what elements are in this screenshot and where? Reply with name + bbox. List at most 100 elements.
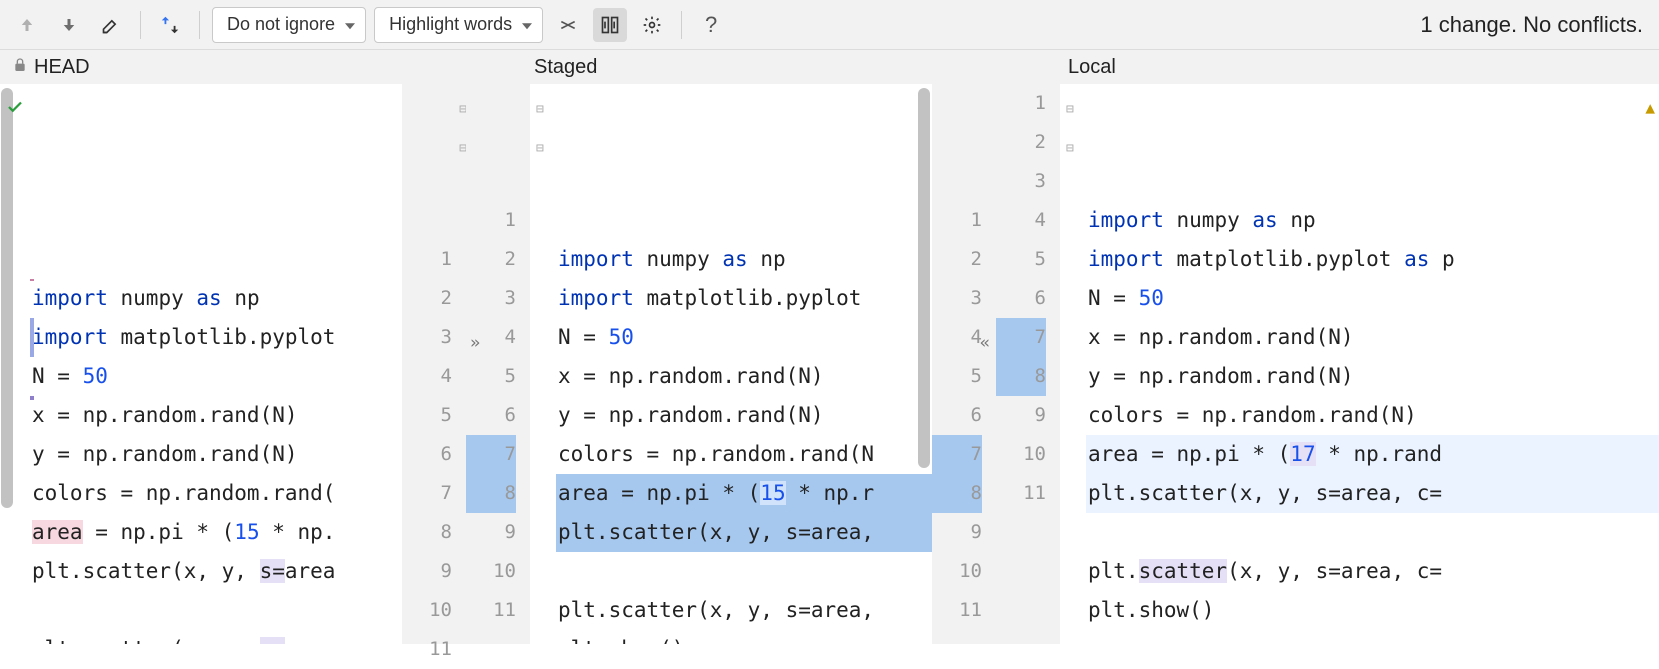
left-code[interactable]: import numpy as npimport matplotlib.pypl…: [30, 84, 402, 644]
code-line[interactable]: area = np.pi * (15 * np.r: [556, 474, 932, 513]
gutter-line[interactable]: 9: [932, 513, 982, 552]
right-code[interactable]: ▲ import numpy as npimport matplotlib.py…: [1086, 84, 1659, 644]
code-line[interactable]: plt.scatter(x, y, s=area: [30, 630, 402, 644]
gutter-line[interactable]: 8: [932, 474, 982, 513]
sync-scroll-icon[interactable]: [593, 8, 627, 42]
next-change-icon[interactable]: [52, 8, 86, 42]
gutter-line[interactable]: 11: [402, 630, 452, 669]
gutter-line[interactable]: 2: [932, 240, 982, 279]
code-line[interactable]: x = np.random.rand(N): [30, 396, 402, 435]
code-line[interactable]: area = np.pi * (17 * np.rand: [1086, 435, 1659, 474]
gutter-line[interactable]: 3: [466, 279, 516, 318]
gutter-line[interactable]: 6: [402, 435, 452, 474]
gutter-left-out[interactable]: ⊟ ⊟ 1234567891011: [402, 84, 466, 644]
code-line[interactable]: plt.scatter(x, y, s=area: [30, 552, 402, 591]
gutter-line[interactable]: 6: [996, 279, 1046, 318]
gutter-line[interactable]: 11: [932, 591, 982, 630]
mid-code[interactable]: ▲ import numpy as npimport matplotlib.py…: [556, 84, 932, 644]
gutter-line[interactable]: 7: [466, 435, 516, 474]
gutter-line[interactable]: 1: [932, 201, 982, 240]
gutter-line[interactable]: 7: [996, 318, 1046, 357]
code-line[interactable]: y = np.random.rand(N): [556, 396, 932, 435]
gear-icon[interactable]: [635, 8, 669, 42]
code-line[interactable]: import matplotlib.pyplot as p: [1086, 240, 1659, 279]
prev-change-icon[interactable]: [10, 8, 44, 42]
left-scrollbar[interactable]: [0, 84, 14, 644]
fold-handle-icon[interactable]: ⊟: [453, 129, 467, 143]
code-line[interactable]: [1086, 513, 1659, 552]
gutter-line[interactable]: 2: [466, 240, 516, 279]
code-line[interactable]: x = np.random.rand(N): [556, 357, 932, 396]
gutter-line[interactable]: 10: [932, 552, 982, 591]
gutter-line[interactable]: 11: [466, 591, 516, 630]
code-line[interactable]: y = np.random.rand(N): [1086, 357, 1659, 396]
code-line[interactable]: colors = np.random.rand(N): [1086, 396, 1659, 435]
code-line[interactable]: import numpy as np: [1086, 201, 1659, 240]
gutter-line[interactable]: 6: [932, 396, 982, 435]
mid-scrollbar[interactable]: [918, 88, 930, 468]
gutter-line[interactable]: 5: [932, 357, 982, 396]
fold-handle-icon[interactable]: ⊟: [1066, 90, 1080, 104]
compare-swap-icon[interactable]: [153, 8, 187, 42]
gutter-line[interactable]: 1: [996, 84, 1046, 123]
gutter-line[interactable]: 5: [996, 240, 1046, 279]
gutter-line[interactable]: 10: [402, 591, 452, 630]
gutter-line[interactable]: 7: [402, 474, 452, 513]
code-line[interactable]: [556, 552, 932, 591]
gutter-line[interactable]: 4: [996, 201, 1046, 240]
fold-handle-icon[interactable]: ⊟: [536, 129, 550, 143]
gutter-line[interactable]: 10: [466, 552, 516, 591]
gutter-line[interactable]: 3: [402, 318, 452, 357]
code-line[interactable]: N = 50: [556, 318, 932, 357]
merge-right-icon[interactable]: »: [470, 324, 480, 363]
code-line[interactable]: import numpy as np: [30, 279, 402, 318]
code-line[interactable]: plt.scatter(x, y, s=area,: [556, 591, 932, 630]
code-line[interactable]: [30, 591, 402, 630]
help-icon[interactable]: ?: [694, 8, 728, 42]
gutter-line[interactable]: 9: [402, 552, 452, 591]
code-line[interactable]: plt.scatter(x, y, s=area,: [556, 513, 932, 552]
code-line[interactable]: plt.show(): [1086, 591, 1659, 630]
code-line[interactable]: plt.scatter(x, y, s=area, c=: [1086, 474, 1659, 513]
gutter-line[interactable]: 1: [466, 201, 516, 240]
code-line[interactable]: plt.scatter(x, y, s=area, c=: [1086, 552, 1659, 591]
gutter-line[interactable]: 9: [466, 513, 516, 552]
code-line[interactable]: N = 50: [30, 357, 402, 396]
code-line[interactable]: plt.show(): [556, 630, 932, 644]
fold-handle-icon[interactable]: ⊟: [1066, 129, 1080, 143]
code-line[interactable]: y = np.random.rand(N): [30, 435, 402, 474]
gutter-line[interactable]: 5: [402, 396, 452, 435]
code-line[interactable]: import matplotlib.pyplot: [30, 318, 402, 357]
fold-handle-icon[interactable]: ⊟: [536, 90, 550, 104]
code-line[interactable]: colors = np.random.rand(N: [556, 435, 932, 474]
gutter-line[interactable]: 1: [402, 240, 452, 279]
gutter-line[interactable]: 4: [932, 318, 982, 357]
code-line[interactable]: colors = np.random.rand(: [30, 474, 402, 513]
code-line[interactable]: import matplotlib.pyplot: [556, 279, 932, 318]
gutter-line[interactable]: 3: [996, 162, 1046, 201]
gutter-mid-out[interactable]: « 1234567891011: [932, 84, 996, 644]
code-line[interactable]: x = np.random.rand(N): [1086, 318, 1659, 357]
gutter-mid-in[interactable]: » 1234567891011: [466, 84, 530, 644]
gutter-line[interactable]: 2: [996, 123, 1046, 162]
gutter-line[interactable]: 7: [932, 435, 982, 474]
gutter-line[interactable]: 6: [466, 396, 516, 435]
gutter-line[interactable]: 9: [996, 396, 1046, 435]
ignore-mode-select[interactable]: Do not ignore: [212, 7, 366, 43]
gutter-right-in[interactable]: 1234567891011: [996, 84, 1060, 644]
code-line[interactable]: area = np.pi * (15 * np.: [30, 513, 402, 552]
fold-handle-icon[interactable]: ⊟: [453, 90, 467, 104]
gutter-line[interactable]: 8: [996, 357, 1046, 396]
merge-left-icon[interactable]: «: [980, 324, 990, 363]
edit-icon[interactable]: [94, 8, 128, 42]
gutter-line[interactable]: 4: [402, 357, 452, 396]
gutter-line[interactable]: 10: [996, 435, 1046, 474]
gutter-line[interactable]: 2: [402, 279, 452, 318]
highlight-mode-select[interactable]: Highlight words: [374, 7, 543, 43]
code-line[interactable]: N = 50: [1086, 279, 1659, 318]
gutter-line[interactable]: 8: [402, 513, 452, 552]
collapse-unchanged-icon[interactable]: [551, 8, 585, 42]
gutter-line[interactable]: 11: [996, 474, 1046, 513]
code-line[interactable]: import numpy as np: [556, 240, 932, 279]
gutter-line[interactable]: 3: [932, 279, 982, 318]
